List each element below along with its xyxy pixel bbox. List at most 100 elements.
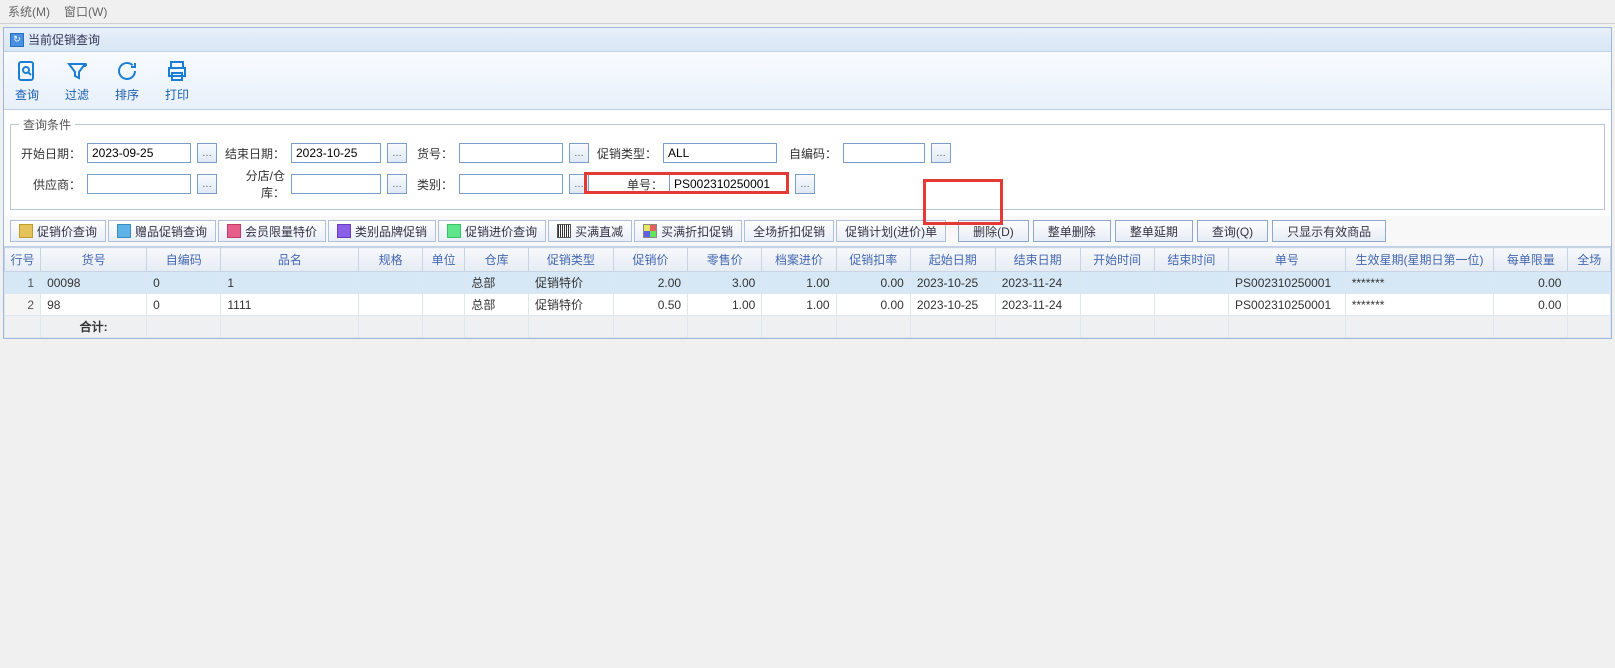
- tab-promo-price-query[interactable]: 促销价查询: [10, 220, 106, 242]
- grid-icon: [643, 224, 657, 238]
- toolbar-query-button[interactable]: 查询: [14, 58, 40, 103]
- col-edate[interactable]: 结束日期: [995, 248, 1080, 272]
- label-self-code: 自编码：: [783, 145, 837, 162]
- refresh-icon: [114, 58, 140, 84]
- tab-promo-plan-cost-order[interactable]: 促销计划(进价)单: [836, 220, 946, 242]
- tab-label-1: 赠品促销查询: [135, 223, 207, 240]
- label-sku: 货号：: [413, 145, 453, 162]
- pick-category[interactable]: …: [569, 174, 589, 194]
- toolbar-print-label: 打印: [165, 86, 189, 103]
- col-orderno[interactable]: 单号: [1229, 248, 1346, 272]
- menu-window[interactable]: 窗口(W): [64, 3, 107, 20]
- tab-full-discount-promo[interactable]: 买满折扣促销: [634, 220, 742, 242]
- tab-all-discount-promo[interactable]: 全场折扣促销: [744, 220, 834, 242]
- col-unit[interactable]: 单位: [422, 248, 464, 272]
- tab-label-6: 买满折扣促销: [661, 223, 733, 240]
- totals-row: 合计:: [5, 316, 1611, 338]
- col-cost[interactable]: 档案进价: [762, 248, 836, 272]
- pick-self-code[interactable]: …: [931, 143, 951, 163]
- col-row[interactable]: 行号: [5, 248, 41, 272]
- pick-end-date[interactable]: …: [387, 143, 407, 163]
- tab-label-0: 促销价查询: [37, 223, 97, 240]
- tab-full-reduce[interactable]: 买满直减: [548, 220, 632, 242]
- label-category: 类别：: [413, 176, 453, 193]
- col-limit[interactable]: 每单限量: [1494, 248, 1568, 272]
- toolbar-sort-label: 排序: [115, 86, 139, 103]
- col-wh[interactable]: 仓库: [465, 248, 529, 272]
- main-window: ↻ 当前促销查询 查询 过滤 排序 打印 查: [3, 27, 1612, 339]
- tab-label-5: 买满直减: [575, 223, 623, 240]
- label-end-date: 结束日期：: [223, 145, 285, 162]
- titlebar: ↻ 当前促销查询: [4, 28, 1611, 52]
- tab-label-4: 促销进价查询: [465, 223, 537, 240]
- col-sku[interactable]: 货号: [41, 248, 147, 272]
- data-grid[interactable]: 行号货号自编码品名规格单位仓库促销类型促销价零售价档案进价促销扣率起始日期结束日…: [4, 247, 1611, 338]
- col-stime[interactable]: 开始时间: [1080, 248, 1154, 272]
- query-legend: 查询条件: [19, 116, 75, 133]
- query-button[interactable]: 查询(Q): [1197, 220, 1268, 242]
- filter-icon: [64, 58, 90, 84]
- input-end-date[interactable]: [291, 143, 381, 163]
- col-sdate[interactable]: 起始日期: [910, 248, 995, 272]
- pick-supplier[interactable]: …: [197, 174, 217, 194]
- col-spec[interactable]: 规格: [359, 248, 423, 272]
- delete-button[interactable]: 删除(D): [958, 220, 1029, 242]
- col-etime[interactable]: 结束时间: [1154, 248, 1228, 272]
- tab-promo-cost-query[interactable]: 促销进价查询: [438, 220, 546, 242]
- tab-label-3: 类别品牌促销: [355, 223, 427, 240]
- label-promo-type: 促销类型：: [595, 145, 657, 162]
- table-row[interactable]: 10009801总部促销特价2.003.001.000.002023-10-25…: [5, 272, 1611, 294]
- tab-member-limit-price[interactable]: 会员限量特价: [218, 220, 326, 242]
- input-category[interactable]: [459, 174, 563, 194]
- show-valid-button[interactable]: 只显示有效商品: [1272, 220, 1386, 242]
- tab-category-brand-promo[interactable]: 类别品牌促销: [328, 220, 436, 242]
- tab-label-2: 会员限量特价: [245, 223, 317, 240]
- table-header-row: 行号货号自编码品名规格单位仓库促销类型促销价零售价档案进价促销扣率起始日期结束日…: [5, 248, 1611, 272]
- label-supplier: 供应商：: [19, 176, 81, 193]
- cost-icon: [447, 224, 461, 238]
- col-name[interactable]: 品名: [221, 248, 359, 272]
- input-supplier[interactable]: [87, 174, 191, 194]
- category-icon: [337, 224, 351, 238]
- label-branch: 分店/仓库：: [223, 167, 285, 201]
- col-self_code[interactable]: 自编码: [147, 248, 221, 272]
- button-bar: 促销价查询 赠品促销查询 会员限量特价 类别品牌促销 促销进价查询 买满直减 买…: [4, 216, 1611, 247]
- pick-sku[interactable]: …: [569, 143, 589, 163]
- toolbar-print-button[interactable]: 打印: [164, 58, 190, 103]
- col-retail[interactable]: 零售价: [688, 248, 762, 272]
- pick-branch[interactable]: …: [387, 174, 407, 194]
- tab-gift-promo-query[interactable]: 赠品促销查询: [108, 220, 216, 242]
- input-promo-type[interactable]: [663, 143, 777, 163]
- extend-all-button[interactable]: 整单延期: [1115, 220, 1193, 242]
- col-weekdays[interactable]: 生效星期(星期日第一位): [1345, 248, 1494, 272]
- window-title: 当前促销查询: [28, 31, 100, 48]
- print-icon: [164, 58, 190, 84]
- label-order-no: 单号：: [625, 176, 663, 193]
- arrow-icon: ↻: [10, 33, 24, 47]
- pick-start-date[interactable]: …: [197, 143, 217, 163]
- delete-all-button[interactable]: 整单删除: [1033, 220, 1111, 242]
- member-icon: [227, 224, 241, 238]
- pick-order-no[interactable]: …: [795, 174, 815, 194]
- data-table: 行号货号自编码品名规格单位仓库促销类型促销价零售价档案进价促销扣率起始日期结束日…: [4, 247, 1611, 338]
- input-branch[interactable]: [291, 174, 381, 194]
- table-row[interactable]: 29801111总部促销特价0.501.001.000.002023-10-25…: [5, 294, 1611, 316]
- menu-system[interactable]: 系统(M): [8, 3, 50, 20]
- menubar: 系统(M) 窗口(W): [0, 0, 1615, 24]
- query-panel: 查询条件 开始日期： … 结束日期： … 货号： … 促销类型： 自编码： … …: [10, 116, 1605, 210]
- col-pprice[interactable]: 促销价: [613, 248, 687, 272]
- input-sku[interactable]: [459, 143, 563, 163]
- search-icon: [14, 58, 40, 84]
- col-discount[interactable]: 促销扣率: [836, 248, 910, 272]
- input-order-no[interactable]: [669, 174, 789, 194]
- toolbar-query-label: 查询: [15, 86, 39, 103]
- toolbar-filter-label: 过滤: [65, 86, 89, 103]
- folder-icon: [19, 224, 33, 238]
- col-all[interactable]: 全场: [1568, 248, 1611, 272]
- input-self-code[interactable]: [843, 143, 925, 163]
- toolbar-sort-button[interactable]: 排序: [114, 58, 140, 103]
- input-start-date[interactable]: [87, 143, 191, 163]
- col-ptype[interactable]: 促销类型: [528, 248, 613, 272]
- toolbar-filter-button[interactable]: 过滤: [64, 58, 90, 103]
- gift-icon: [117, 224, 131, 238]
